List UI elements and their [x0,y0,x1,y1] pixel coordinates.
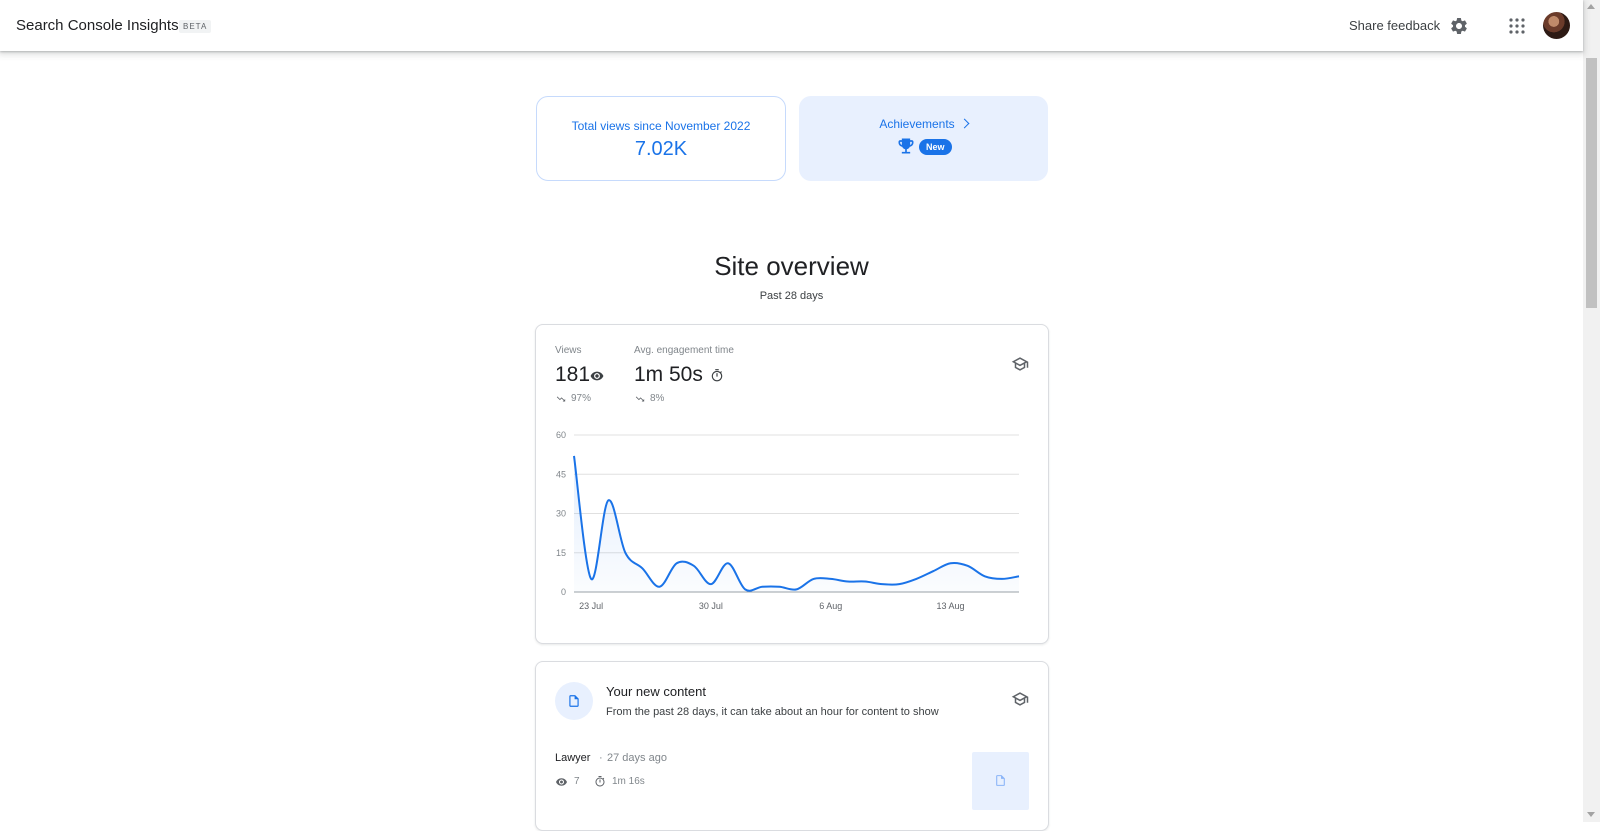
scroll-up-arrow-icon[interactable] [1587,4,1595,9]
new-content-card: Your new content From the past 28 days, … [535,661,1049,831]
top-bar: Search Console Insights BETA Share feedb… [0,0,1583,51]
views-change: 97% [571,393,591,404]
section-subtitle: Past 28 days [0,290,1583,302]
content-item-time: 1m 16s [612,776,645,787]
trending-down-icon [634,394,646,404]
trophy-icon [896,136,916,156]
y-tick-label: 0 [561,587,566,597]
achievements-label: Achievements [879,117,954,131]
separator-dot: · [599,752,603,764]
eye-icon [555,776,568,788]
engagement-change: 8% [650,393,664,404]
y-tick-label: 30 [556,509,566,519]
total-views-value: 7.02K [537,138,785,161]
document-icon-circle [555,682,593,720]
content-thumbnail[interactable] [972,752,1029,810]
share-feedback-link[interactable]: Share feedback [1349,18,1440,33]
content-item-age: 27 days ago [607,752,667,764]
avatar[interactable] [1543,12,1570,39]
learn-more-icon[interactable] [1010,690,1030,708]
achievements-link[interactable]: Achievements [799,117,1048,131]
new-content-title: Your new content [606,684,706,699]
scroll-down-arrow-icon[interactable] [1587,812,1595,817]
total-views-label: Total views since November 2022 [537,119,785,133]
views-value: 181 [555,363,590,387]
series-area [574,456,1019,592]
chevron-right-icon [959,119,969,129]
beta-badge: BETA [179,20,211,33]
new-content-description: From the past 28 days, it can take about… [606,706,939,718]
timer-icon [594,775,606,788]
new-badge: New [919,139,952,155]
document-icon [994,773,1007,788]
x-tick-label: 30 Jul [699,601,723,611]
content-item-title[interactable]: Lawyer [555,752,590,764]
y-tick-label: 60 [556,430,566,440]
section-title: Site overview [0,251,1583,282]
views-line-chart: 0 15 30 45 60 23 Jul 30 Jul 6 Aug 13 Aug [544,420,1042,620]
eye-icon [589,369,605,383]
gear-icon[interactable] [1449,16,1469,36]
app-title[interactable]: Search Console Insights [16,17,179,34]
views-label: Views [555,345,582,356]
y-tick-label: 45 [556,469,566,479]
document-icon [567,693,581,709]
total-views-card: Total views since November 2022 7.02K [536,96,786,181]
y-tick-label: 15 [556,548,566,558]
scrollbar-thumb[interactable] [1586,58,1597,308]
trending-down-icon [555,394,567,404]
site-overview-card: Views 181 97% Avg. engagement time 1m 50… [535,324,1049,644]
engagement-value: 1m 50s [634,363,703,387]
x-tick-label: 6 Aug [819,601,842,611]
engagement-label: Avg. engagement time [634,345,734,356]
content-item-views: 7 [574,776,580,787]
timer-icon [710,368,724,383]
learn-more-icon[interactable] [1010,355,1030,373]
x-tick-label: 13 Aug [937,601,965,611]
apps-grid-icon[interactable] [1509,18,1525,34]
x-tick-label: 23 Jul [579,601,603,611]
